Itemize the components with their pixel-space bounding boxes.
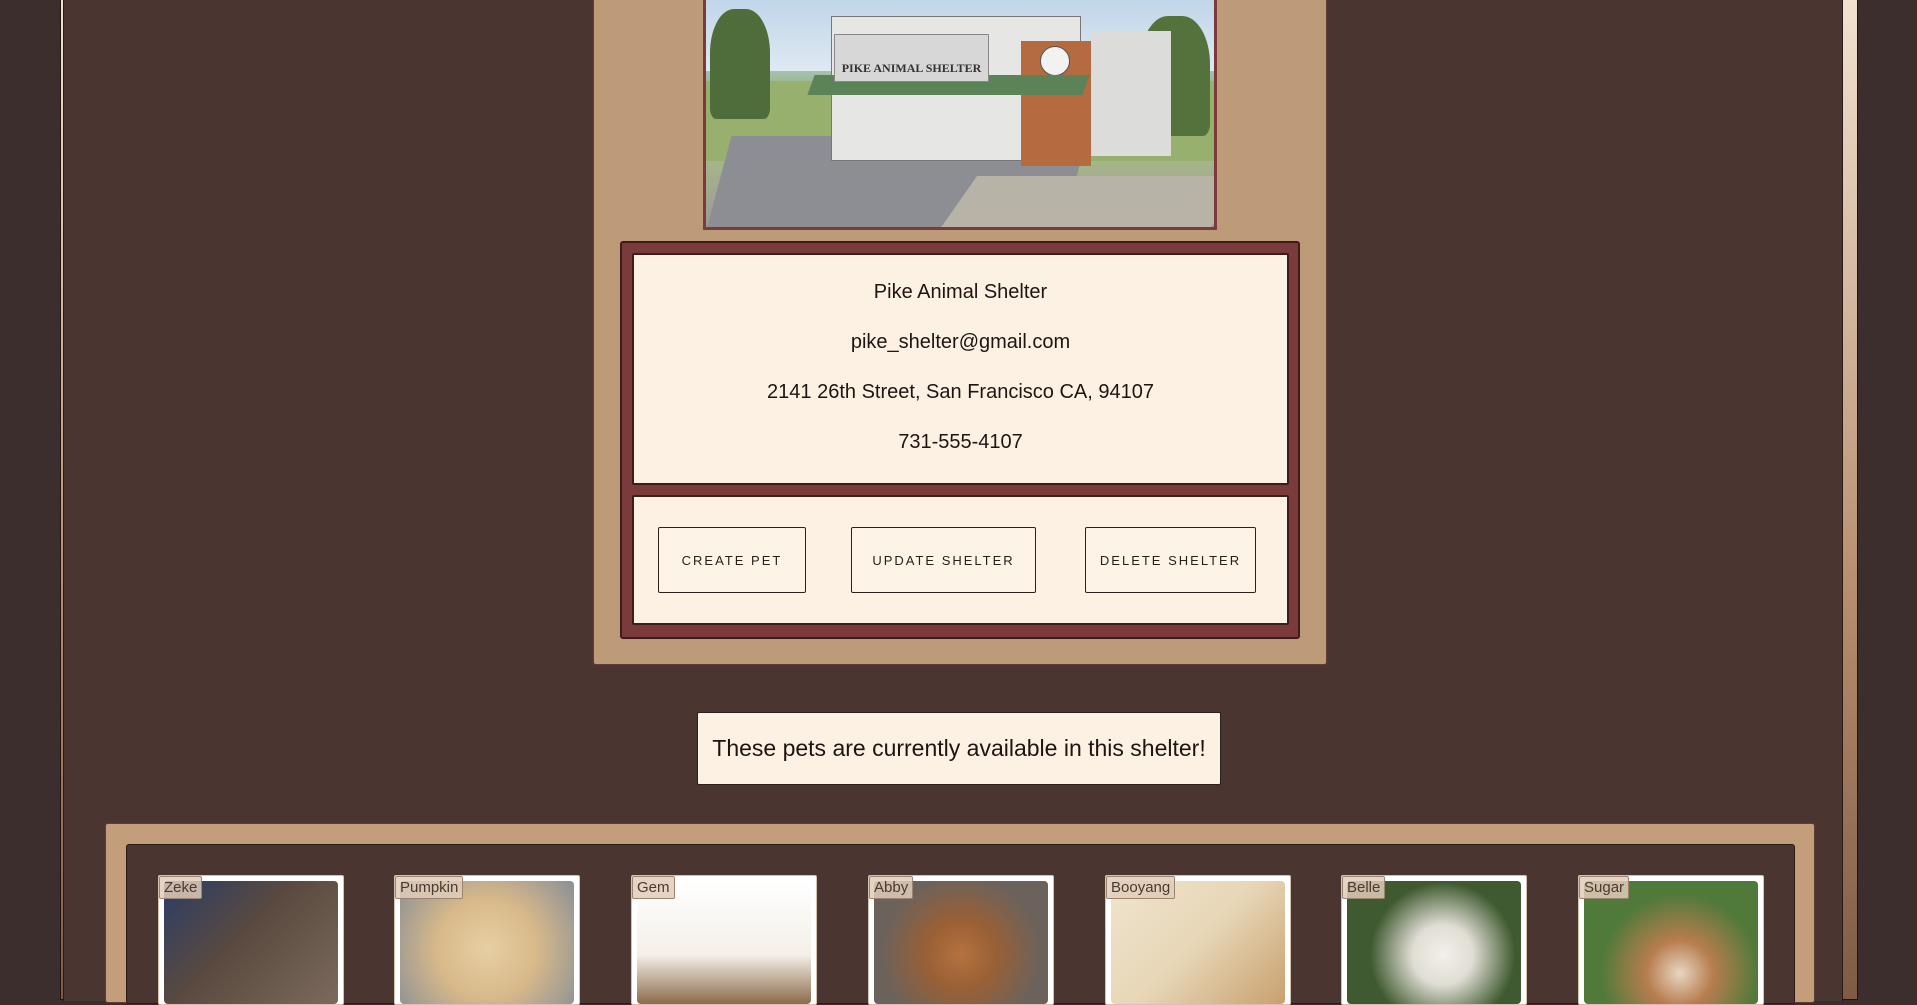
pet-card-abby[interactable]: Abby: [868, 875, 1054, 1005]
pet-card-pumpkin[interactable]: Pumpkin: [394, 875, 580, 1005]
update-shelter-button[interactable]: UPDATE SHELTER: [851, 527, 1036, 593]
pet-photo: [1584, 881, 1758, 1004]
shelter-name: Pike Animal Shelter: [873, 281, 1048, 303]
pet-name-label: Booyang: [1106, 876, 1176, 899]
pet-name-label: Abby: [869, 876, 914, 899]
pet-name-label: Sugar: [1579, 876, 1630, 899]
photo-building-annex: [1091, 31, 1171, 156]
pet-photo: [164, 881, 338, 1004]
pet-name-label: Gem: [632, 876, 675, 899]
photo-building-logo: [1040, 46, 1070, 76]
shelter-address: 2141 26th Street, San Francisco CA, 9410…: [767, 381, 1154, 403]
shelter-photo: PIKE ANIMAL SHELTER: [703, 0, 1217, 230]
pet-photo: [637, 881, 811, 1004]
photo-walkway: [934, 176, 1214, 227]
pets-tray: Zeke Pumpkin Gem Abby Booyang Belle Suga…: [105, 823, 1815, 1005]
pet-card-sugar[interactable]: Sugar: [1578, 875, 1764, 1005]
pet-name-label: Pumpkin: [395, 876, 464, 899]
delete-shelter-button[interactable]: DELETE SHELTER: [1085, 527, 1256, 593]
pet-card-belle[interactable]: Belle: [1341, 875, 1527, 1005]
shelter-card: PIKE ANIMAL SHELTER Pike Animal Shelter …: [593, 0, 1327, 665]
photo-building-sign: PIKE ANIMAL SHELTER: [834, 34, 989, 82]
pets-gallery: Zeke Pumpkin Gem Abby Booyang Belle Suga…: [126, 844, 1795, 1005]
available-pets-heading: These pets are currently available in th…: [697, 712, 1221, 785]
pet-name-label: Zeke: [159, 876, 203, 899]
pet-photo: [874, 881, 1048, 1004]
pet-photo: [1347, 881, 1521, 1004]
pet-card-booyang[interactable]: Booyang: [1105, 875, 1291, 1005]
actions-box: CREATE PET UPDATE SHELTER DELETE SHELTER: [632, 495, 1289, 625]
shelter-email: pike_shelter@gmail.com: [850, 331, 1071, 353]
pet-name-label: Belle: [1342, 876, 1386, 899]
photo-trees-left: [710, 9, 770, 119]
pet-card-zeke[interactable]: Zeke: [158, 875, 344, 1005]
contact-box: Pike Animal Shelter pike_shelter@gmail.c…: [632, 253, 1289, 485]
shelter-info-panel: Pike Animal Shelter pike_shelter@gmail.c…: [620, 241, 1300, 639]
pet-photo: [400, 881, 574, 1004]
shelter-phone: 731-555-4107: [898, 431, 1023, 453]
pet-card-gem[interactable]: Gem: [631, 875, 817, 1005]
pet-photo: [1111, 881, 1285, 1004]
create-pet-button[interactable]: CREATE PET: [658, 527, 806, 593]
